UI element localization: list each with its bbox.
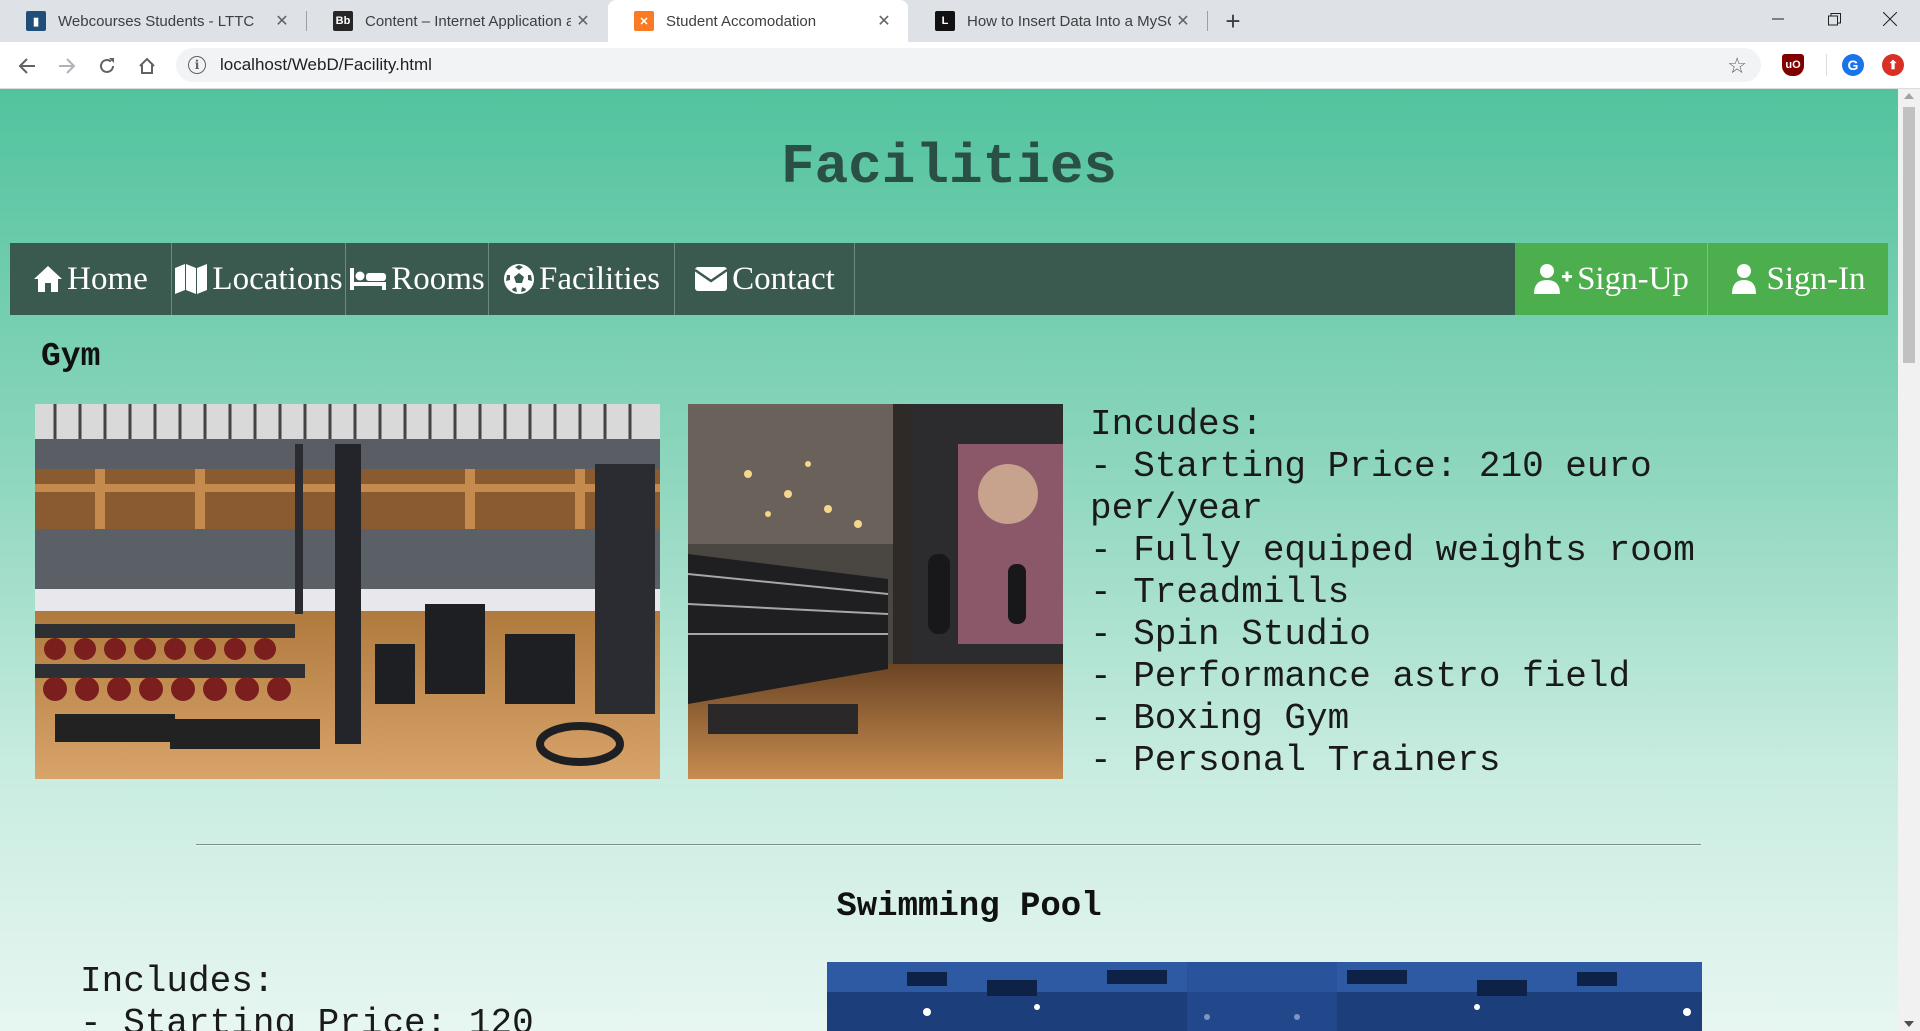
gym-image <box>35 404 660 779</box>
close-icon[interactable]: ✕ <box>1171 11 1195 31</box>
bed-icon <box>350 268 387 290</box>
nav-facilities-label: Facilities <box>539 260 660 297</box>
tab-strip: ▮ Webcourses Students - LTTC ✕ Bb Conten… <box>0 0 1920 42</box>
info-icon[interactable]: i <box>188 56 206 74</box>
nav-locations-label: Locations <box>212 260 343 297</box>
new-tab-button[interactable]: + <box>1218 6 1248 36</box>
home-icon <box>139 57 155 74</box>
boxing-photo <box>688 404 1063 779</box>
minimize-icon <box>1772 18 1784 20</box>
tab-mysql[interactable]: L How to Insert Data Into a MySQL ✕ <box>909 0 1207 42</box>
gym-line: - Performance astro field <box>1090 656 1631 697</box>
blackboard-favicon: Bb <box>333 11 353 31</box>
avatar-letter: G <box>1847 57 1859 73</box>
envelope-icon <box>694 267 728 291</box>
nav-sign-in-label: Sign-In <box>1766 260 1866 297</box>
tab-title: Content – Internet Application ar <box>365 12 571 30</box>
tab-title: How to Insert Data Into a MySQL <box>967 12 1171 30</box>
nav-rooms[interactable]: Rooms <box>346 243 489 315</box>
nav-sign-up-label: Sign-Up <box>1577 260 1689 297</box>
account-avatar[interactable]: G <box>1842 54 1864 76</box>
webcourses-favicon: ▮ <box>26 11 46 31</box>
gym-line: - Spin Studio <box>1090 614 1371 655</box>
section-title-pool: Swimming Pool <box>836 888 1102 926</box>
toolbar-divider <box>1826 54 1827 76</box>
restore-icon <box>1827 12 1841 25</box>
tab-student-accomodation[interactable]: ✕ Student Accomodation ✕ <box>608 0 908 42</box>
arrow-right-icon <box>59 58 76 74</box>
close-icon[interactable]: ✕ <box>270 11 294 31</box>
section-divider <box>196 844 1701 846</box>
main-nav: Home Locations Rooms Facilities Contact … <box>10 243 1888 315</box>
tab-webcourses[interactable]: ▮ Webcourses Students - LTTC ✕ <box>0 0 306 42</box>
gym-photo <box>35 404 660 779</box>
gym-line: - Boxing Gym <box>1090 698 1350 739</box>
gym-line: - Fully equiped weights room <box>1090 530 1695 571</box>
pool-line: - Starting Price: 120 <box>80 1003 534 1031</box>
ublock-icon[interactable]: uO <box>1782 54 1804 76</box>
user-icon <box>1731 264 1756 294</box>
map-icon <box>175 264 208 294</box>
nav-sign-in[interactable]: Sign-In <box>1708 243 1888 315</box>
pool-line: Includes: <box>80 961 275 1002</box>
url-text[interactable]: localhost/WebD/Facility.html <box>220 55 432 75</box>
scroll-up-icon[interactable] <box>1904 93 1914 99</box>
gym-line: per/year <box>1090 488 1263 529</box>
tab-divider <box>1207 11 1208 31</box>
minimize-button[interactable] <box>1750 0 1806 38</box>
close-icon[interactable]: ✕ <box>571 11 595 31</box>
xampp-favicon: ✕ <box>634 11 654 31</box>
page-viewport: Facilities Home Locations Rooms Faciliti… <box>0 89 1898 1031</box>
scroll-down-icon[interactable] <box>1904 1021 1914 1027</box>
pool-description: Includes: - Starting Price: 120 <box>80 961 534 1031</box>
bookmark-star-icon[interactable]: ☆ <box>1727 53 1747 79</box>
section-title-gym: Gym <box>41 338 101 375</box>
pool-image <box>827 962 1702 1031</box>
boxing-image <box>688 404 1063 779</box>
back-button[interactable] <box>12 51 42 81</box>
nav-home-label: Home <box>67 260 148 297</box>
soccer-ball-icon <box>504 264 534 294</box>
nav-contact[interactable]: Contact <box>675 243 855 315</box>
browser-toolbar: i localhost/WebD/Facility.html ☆ uO G ⬆ <box>0 42 1920 89</box>
tab-title: Webcourses Students - LTTC <box>58 12 255 30</box>
gym-description: Incudes: - Starting Price: 210 euro per/ye… <box>1090 404 1695 782</box>
nav-facilities[interactable]: Facilities <box>489 243 675 315</box>
gym-line: - Personal Trainers <box>1090 740 1501 781</box>
tab-blackboard[interactable]: Bb Content – Internet Application ar ✕ <box>307 0 607 42</box>
gym-line: Incudes: <box>1090 404 1263 445</box>
nav-sign-up[interactable]: Sign-Up <box>1515 243 1708 315</box>
scroll-thumb[interactable] <box>1903 107 1915 363</box>
address-bar[interactable]: i localhost/WebD/Facility.html ☆ <box>176 48 1761 82</box>
nav-rooms-label: Rooms <box>391 260 485 297</box>
nav-locations[interactable]: Locations <box>172 243 346 315</box>
l-favicon: L <box>935 11 955 31</box>
gym-line: - Treadmills <box>1090 572 1350 613</box>
page-scrollbar[interactable] <box>1898 89 1920 1031</box>
arrow-left-icon <box>18 58 35 74</box>
update-icon[interactable]: ⬆ <box>1882 54 1904 76</box>
nav-contact-label: Contact <box>732 260 835 297</box>
home-icon <box>34 266 63 292</box>
ublock-label: uO <box>1785 59 1801 71</box>
pool-photo <box>827 962 1702 1031</box>
nav-home[interactable]: Home <box>10 243 172 315</box>
forward-button[interactable] <box>52 51 82 81</box>
gym-line: - Starting Price: 210 euro <box>1090 446 1652 487</box>
reload-icon <box>100 58 114 73</box>
home-button[interactable] <box>132 51 162 81</box>
user-plus-icon <box>1534 264 1573 294</box>
tab-title: Student Accomodation <box>666 12 817 30</box>
page-title: Facilities <box>780 135 1118 199</box>
close-window-button[interactable] <box>1862 0 1918 38</box>
reload-button[interactable] <box>92 51 122 81</box>
close-icon[interactable]: ✕ <box>872 11 896 31</box>
restore-button[interactable] <box>1806 0 1862 38</box>
close-icon <box>1883 12 1897 26</box>
